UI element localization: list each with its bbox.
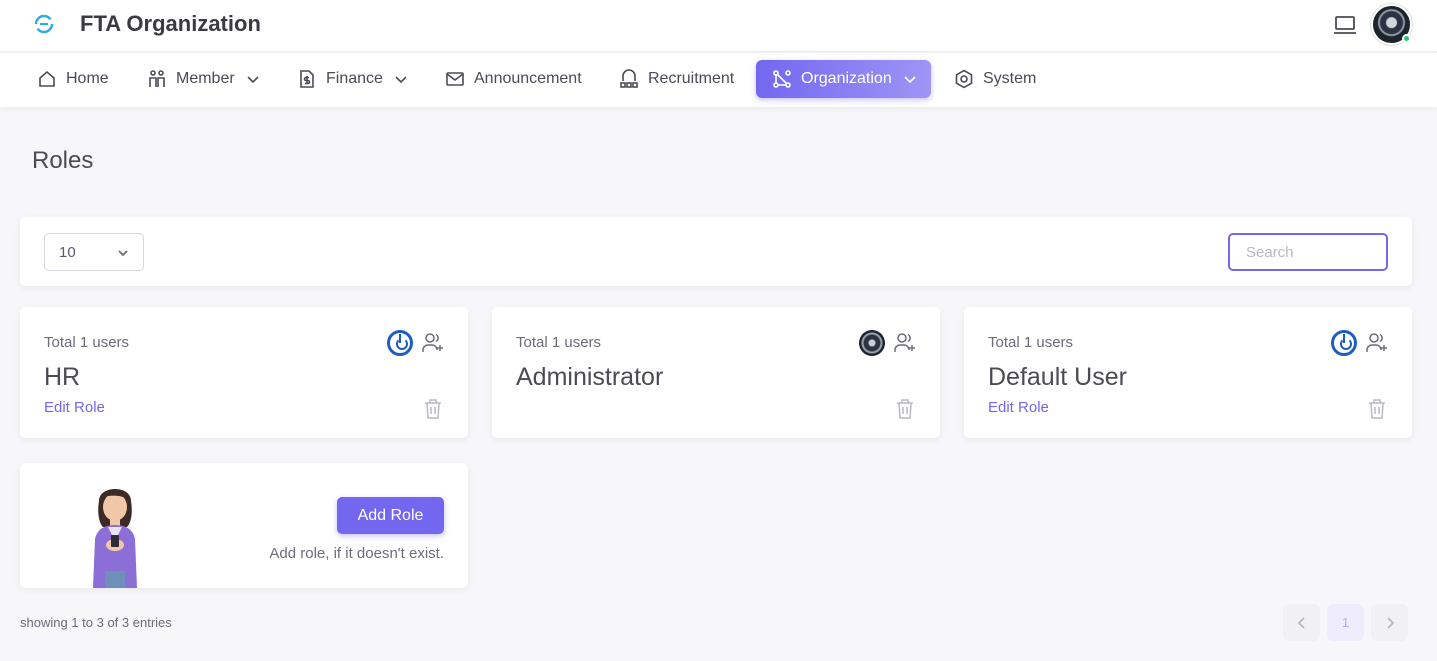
home-icon (39, 70, 55, 87)
invoice-icon (300, 70, 314, 88)
add-user-icon[interactable] (1365, 331, 1389, 355)
add-user-icon[interactable] (893, 331, 917, 355)
organization-icon (773, 70, 791, 88)
main-nav: Home Member Finance Announcement Recruit… (0, 53, 1437, 107)
edit-role-link[interactable]: Edit Role (44, 399, 105, 416)
mail-icon (446, 72, 464, 86)
nav-system-label: System (983, 70, 1037, 87)
role-card-default-user: Total 1 users Default User Edit Role (964, 307, 1412, 438)
role-card-administrator: Total 1 users Administrator (492, 307, 940, 438)
chevron-down-icon (118, 250, 128, 257)
recruitment-icon (620, 69, 638, 88)
nav-announcement[interactable]: Announcement (435, 60, 592, 98)
people-icon (149, 70, 165, 87)
role-name: HR (44, 363, 81, 391)
chevron-down-icon (395, 76, 407, 84)
nav-organization-label: Organization (801, 70, 892, 87)
entries-info: showing 1 to 3 of 3 entries (20, 615, 172, 630)
nav-finance-label: Finance (326, 70, 383, 87)
user-avatar-power-icon[interactable] (387, 330, 413, 356)
add-role-card: Add Role Add role, if it doesn't exist. (20, 463, 468, 588)
trash-icon[interactable] (895, 398, 915, 420)
add-role-button[interactable]: Add Role (337, 497, 444, 534)
add-role-hint: Add role, if it doesn't exist. (269, 545, 444, 562)
laptop-icon[interactable] (1333, 14, 1357, 36)
user-avatar-badge-icon[interactable] (859, 330, 885, 356)
prev-page-button[interactable] (1283, 604, 1320, 641)
page-size-select[interactable]: 10 (44, 233, 144, 271)
page-title: Roles (32, 147, 94, 174)
chevron-down-icon (904, 76, 916, 84)
nav-finance[interactable]: Finance (287, 60, 418, 98)
trash-icon[interactable] (423, 398, 443, 420)
nav-system[interactable]: System (944, 60, 1046, 98)
nav-recruitment-label: Recruitment (648, 70, 735, 87)
chevron-right-icon (1386, 616, 1394, 629)
role-card-hr: Total 1 users HR Edit Role (20, 307, 468, 438)
trash-icon[interactable] (1367, 398, 1387, 420)
chevron-left-icon (1297, 616, 1305, 629)
woman-illustration (93, 489, 137, 588)
app-title: FTA Organization (80, 11, 261, 36)
nav-organization[interactable]: Organization (756, 60, 931, 98)
add-user-icon[interactable] (421, 331, 445, 355)
settings-hexagon-icon (955, 69, 973, 89)
top-bar: FTA Organization (0, 0, 1437, 52)
nav-member[interactable]: Member (137, 60, 270, 98)
search-input[interactable] (1228, 233, 1388, 271)
chevron-down-icon (247, 76, 259, 84)
page-size-value: 10 (59, 243, 76, 261)
online-status-dot (1402, 34, 1411, 43)
role-total-users: Total 1 users (988, 334, 1074, 351)
nav-member-label: Member (176, 70, 235, 87)
app-logo-icon[interactable] (34, 14, 54, 34)
role-name: Default User (988, 363, 1127, 391)
table-toolbar: 10 (20, 217, 1412, 286)
nav-home-label: Home (66, 70, 109, 87)
nav-home[interactable]: Home (27, 60, 119, 98)
role-total-users: Total 1 users (44, 334, 130, 351)
next-page-button[interactable] (1371, 604, 1408, 641)
page-number-button[interactable]: 1 (1327, 604, 1364, 641)
role-total-users: Total 1 users (516, 334, 602, 351)
nav-announcement-label: Announcement (474, 70, 582, 87)
edit-role-link[interactable]: Edit Role (988, 399, 1049, 416)
nav-recruitment[interactable]: Recruitment (609, 60, 744, 98)
user-avatar-power-icon[interactable] (1331, 330, 1357, 356)
role-name: Administrator (516, 363, 664, 391)
